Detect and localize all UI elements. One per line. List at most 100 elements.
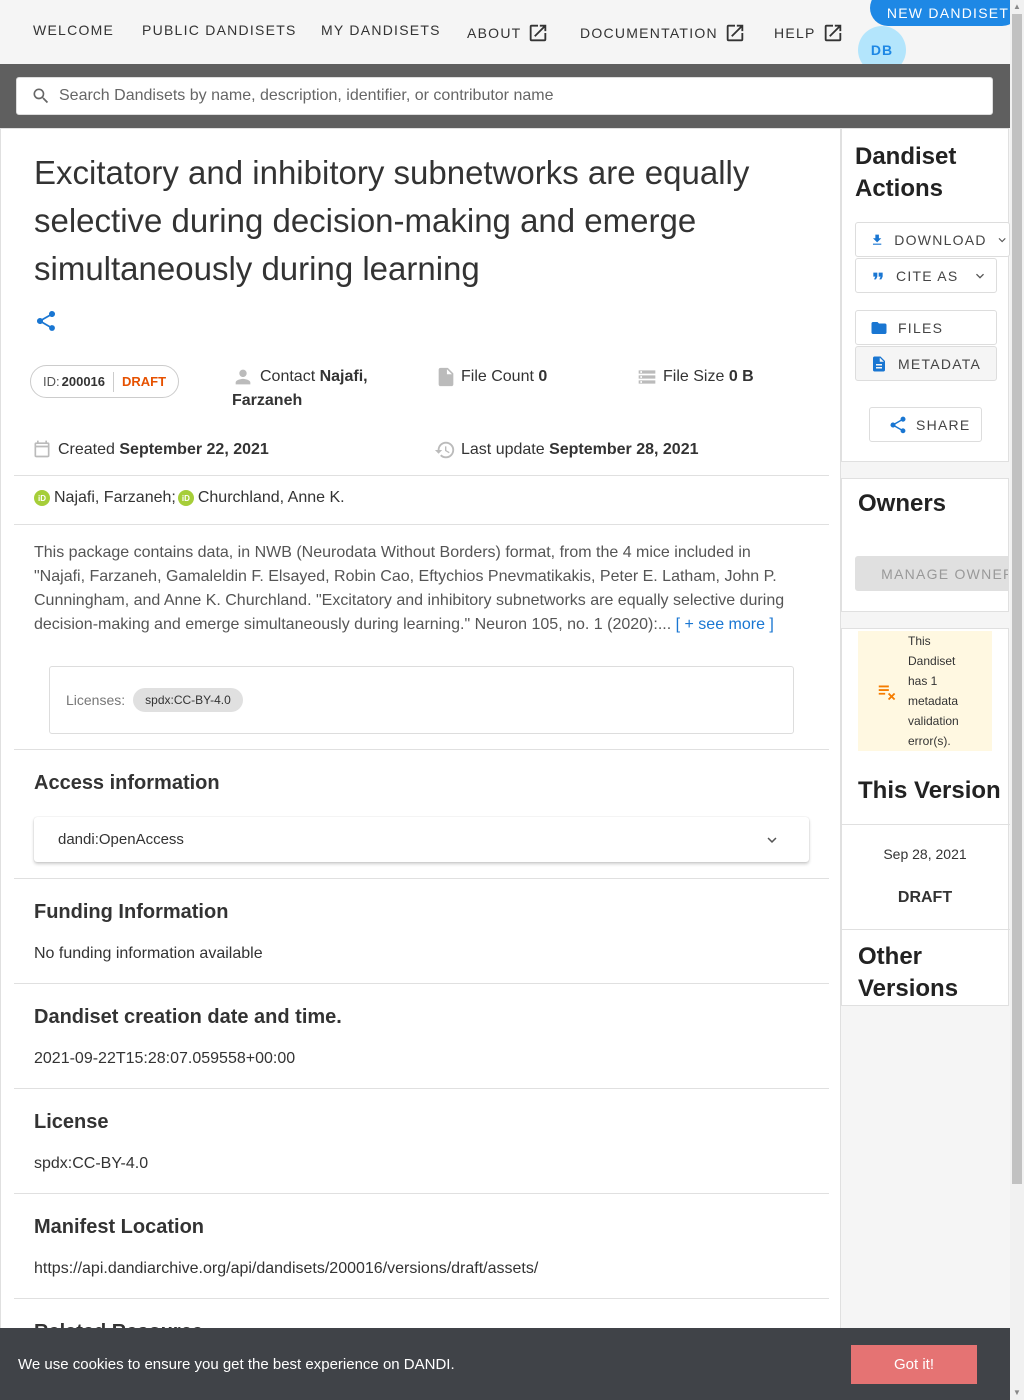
new-dandiset-button[interactable]: NEW DANDISET <box>870 0 1020 26</box>
manage-owners-label: MANAGE OWNERS <box>881 565 1008 582</box>
other-versions-heading: Other Versions <box>858 943 959 1002</box>
file-size-value: 0 B <box>728 368 754 385</box>
dandiset-description: This package contains data, in NWB (Neur… <box>34 541 804 637</box>
share-icon <box>890 416 906 433</box>
nav-welcome[interactable]: WELCOME <box>33 22 114 38</box>
nav-public-dandisets[interactable]: PUBLIC DANDISETS <box>142 22 297 38</box>
contact-info: Contact Najafi, Farzaneh <box>232 365 392 413</box>
external-link-icon <box>530 24 547 42</box>
orcid-icon[interactable]: iD <box>34 490 50 506</box>
contributor-name: Najafi, Farzaneh; <box>54 489 176 506</box>
download-icon <box>872 234 882 245</box>
see-more-link[interactable]: [ + see more ] <box>676 616 774 633</box>
version-date: Sep 28, 2021 <box>883 846 967 862</box>
contributor-name: Churchland, Anne K. <box>197 489 345 506</box>
last-update-value: September 28, 2021 <box>549 441 699 458</box>
creation-date-heading: Dandiset creation date and time. <box>34 1006 342 1028</box>
dandiset-main-card: Excitatory and inhibitory subnetworks ar… <box>0 128 841 1400</box>
search-input[interactable] <box>59 87 959 105</box>
share-label: SHARE <box>916 416 971 433</box>
download-label: DOWNLOAD <box>894 231 987 248</box>
license-value: spdx:CC-BY-4.0 <box>34 1155 149 1172</box>
access-info-expander[interactable]: dandi:OpenAccess <box>34 817 809 862</box>
external-link-icon <box>824 24 841 42</box>
person-icon <box>235 369 251 385</box>
chevron-down-icon <box>976 273 985 279</box>
cookie-accept-button[interactable]: Got it! <box>851 1345 977 1384</box>
status-badge: DRAFT <box>122 374 167 389</box>
cite-as-label: CITE AS <box>896 267 959 284</box>
cite-as-button[interactable]: CITE AS <box>855 258 997 293</box>
scrollbar-thumb[interactable] <box>1012 14 1022 1184</box>
search-box <box>16 77 993 115</box>
id-label: ID: <box>43 374 60 389</box>
metadata-label: METADATA <box>898 355 982 372</box>
files-button[interactable]: FILES <box>855 310 997 345</box>
share-icon-button[interactable] <box>34 309 58 338</box>
licenses-box: Licenses: spdx:CC-BY-4.0 <box>49 666 794 734</box>
creation-date-value: 2021-09-22T15:28:07.059558+00:00 <box>34 1050 296 1067</box>
access-info-heading: Access information <box>34 772 220 794</box>
download-button[interactable]: DOWNLOAD <box>855 222 1010 257</box>
this-version-heading: This Version <box>858 777 1001 804</box>
nav-about-label: ABOUT <box>467 25 522 41</box>
nav-documentation[interactable]: DOCUMENTATION <box>580 22 746 44</box>
chevron-down-icon <box>767 837 777 843</box>
divider <box>14 1193 829 1194</box>
divider <box>14 749 829 750</box>
divider <box>14 983 829 984</box>
divider <box>14 1088 829 1089</box>
files-label: FILES <box>898 319 944 336</box>
nav-about[interactable]: ABOUT <box>467 22 549 44</box>
divider <box>842 929 1010 930</box>
cookie-message: We use cookies to ensure you get the bes… <box>18 1355 455 1373</box>
search-icon <box>33 88 49 104</box>
file-size-label: File Size <box>663 368 725 385</box>
chevron-down-icon <box>998 237 1006 242</box>
scroll-up-arrow[interactable]: ▲ <box>1012 2 1022 12</box>
folder-icon <box>871 321 887 334</box>
last-update: Last update September 28, 2021 <box>434 438 699 462</box>
orcid-icon[interactable]: iD <box>177 490 194 506</box>
created-value: September 22, 2021 <box>119 441 269 458</box>
playlist-remove-icon <box>878 685 896 701</box>
funding-value: No funding information available <box>34 945 263 962</box>
nav-help[interactable]: HELP <box>774 22 844 44</box>
divider <box>14 475 829 476</box>
storage-icon <box>638 370 656 384</box>
description-text: This package contains data, in NWB (Neur… <box>34 544 785 633</box>
divider <box>842 824 1010 825</box>
actions-heading: Dandiset Actions <box>855 143 957 202</box>
metadata-button[interactable]: METADATA <box>855 346 997 381</box>
calendar-icon <box>34 440 50 458</box>
nav-documentation-label: DOCUMENTATION <box>580 25 718 41</box>
owners-panel: Owners MANAGE OWNERS <box>841 478 1009 612</box>
divider <box>14 878 829 879</box>
history-icon <box>434 441 455 459</box>
file-count: File Count 0 <box>435 365 547 389</box>
dandiset-id-chip: ID: 200016 DRAFT <box>30 365 180 398</box>
access-value: dandi:OpenAccess <box>58 831 184 848</box>
top-nav: WELCOME PUBLIC DANDISETS MY DANDISETS AB… <box>0 0 1020 74</box>
last-update-label: Last update <box>461 441 545 458</box>
licenses-label: Licenses: <box>66 692 126 708</box>
version-status: DRAFT <box>897 889 953 906</box>
scroll-down-arrow[interactable]: ▼ <box>1012 1388 1022 1398</box>
manage-owners-button[interactable]: MANAGE OWNERS <box>855 556 1008 591</box>
manifest-value: https://api.dandiarchive.org/api/dandise… <box>34 1260 539 1277</box>
external-link-icon <box>726 24 744 42</box>
document-icon <box>873 356 885 371</box>
nav-my-dandisets[interactable]: MY DANDISETS <box>321 22 441 38</box>
created-label: Created <box>58 441 115 458</box>
file-size: File Size 0 B <box>637 365 754 389</box>
cookie-banner: We use cookies to ensure you get the bes… <box>0 1328 1010 1400</box>
owners-heading: Owners <box>858 490 947 517</box>
quote-icon <box>873 272 883 279</box>
file-count-value: 0 <box>538 368 548 385</box>
share-button[interactable]: SHARE <box>869 407 982 442</box>
nav-help-label: HELP <box>774 25 816 41</box>
validation-warning[interactable]: This Dandiset has 1 metadata validation … <box>858 631 992 751</box>
dandiset-title: Excitatory and inhibitory subnetworks ar… <box>34 154 750 287</box>
chip-separator <box>113 371 115 392</box>
share-icon <box>36 310 56 331</box>
